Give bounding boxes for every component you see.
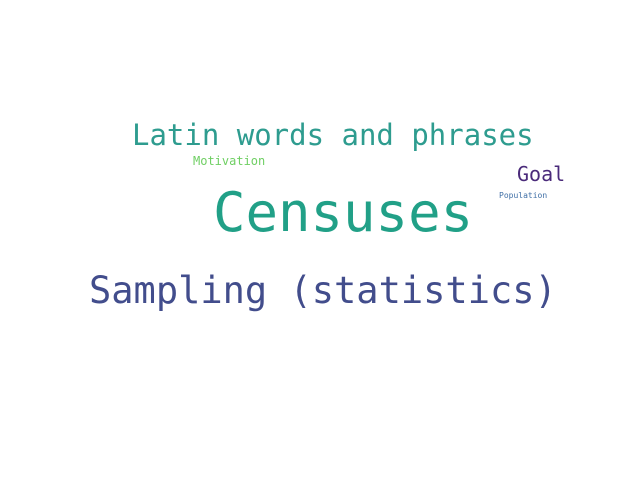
word-latin-words-and-phrases: Latin words and phrases (132, 118, 534, 152)
word-cloud: Latin words and phrases Motivation Goal … (0, 0, 640, 480)
word-population: Population (499, 191, 548, 200)
word-goal: Goal (517, 162, 566, 186)
word-sampling-statistics: Sampling (statistics) (89, 269, 557, 312)
word-censuses: Censuses (213, 181, 474, 244)
word-motivation: Motivation (193, 154, 266, 168)
